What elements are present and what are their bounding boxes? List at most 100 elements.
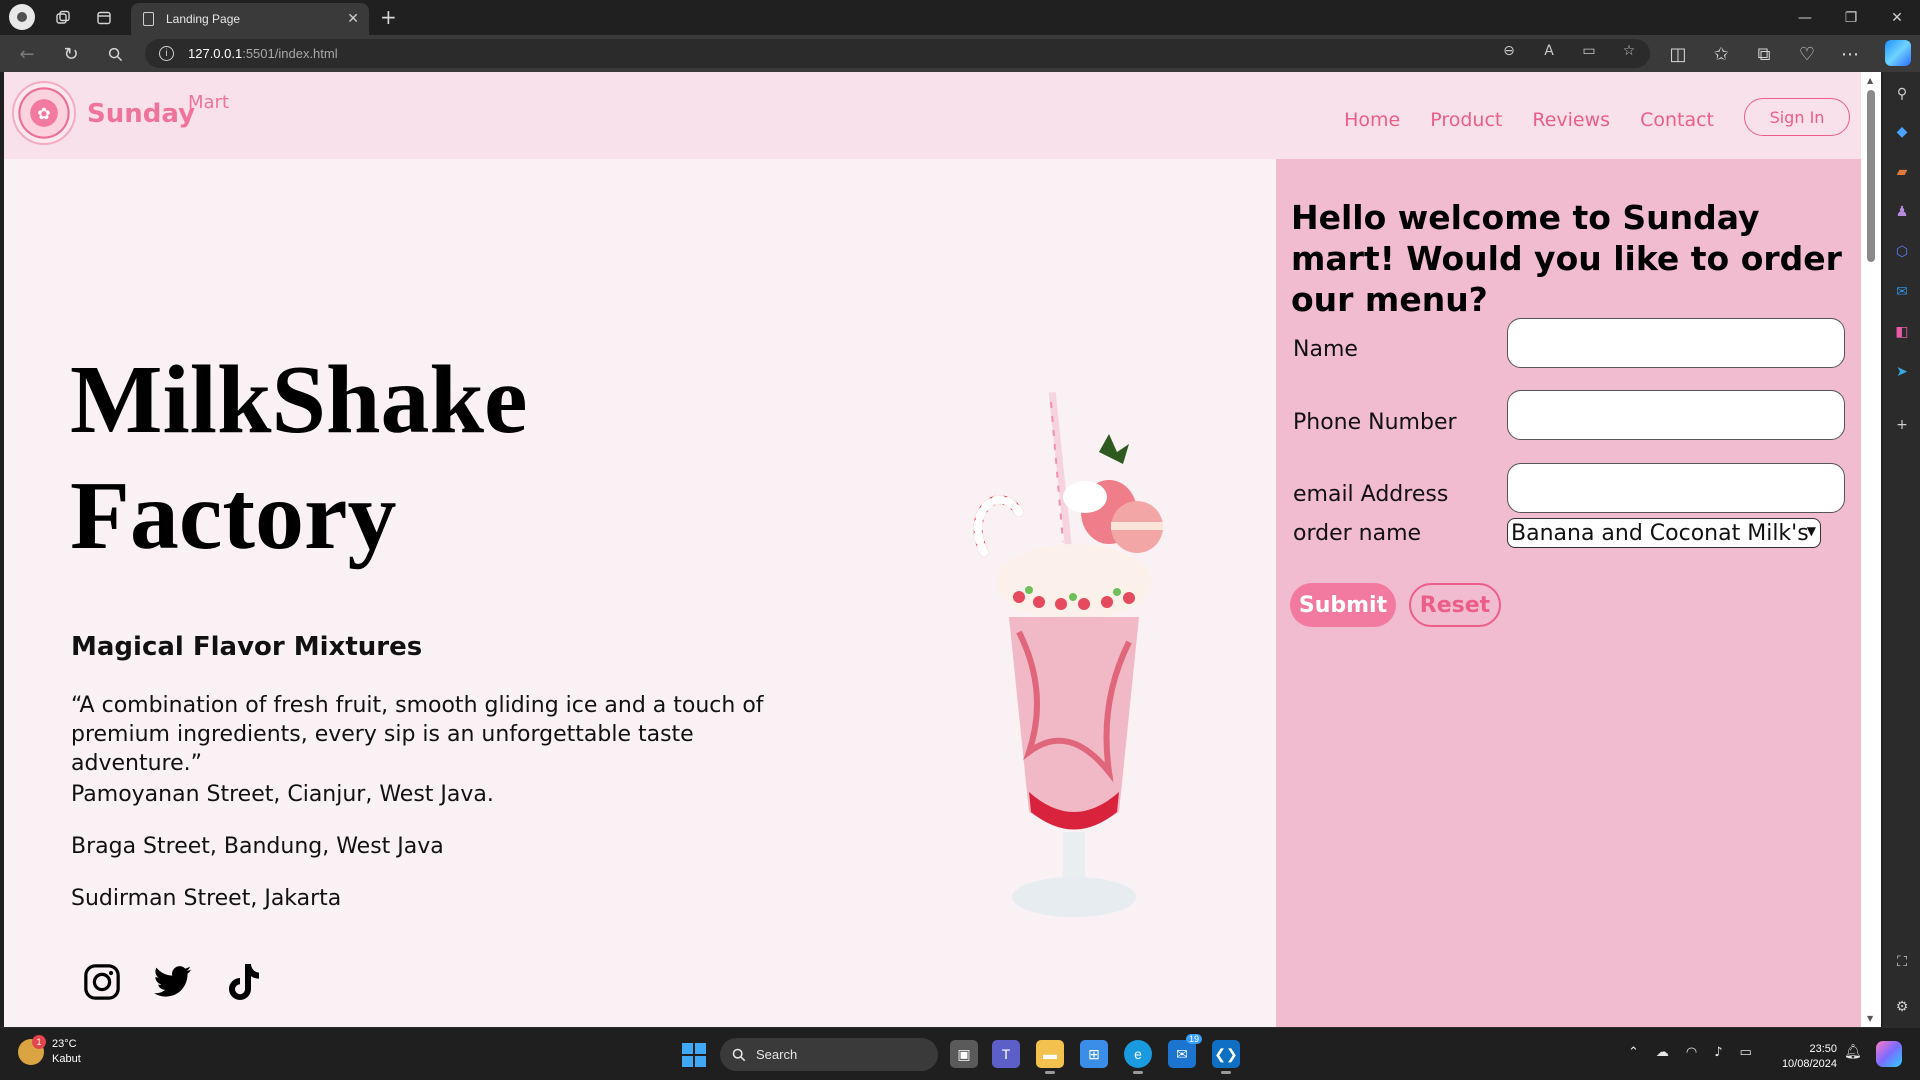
tiktok-icon[interactable] (224, 962, 264, 1002)
minimize-icon[interactable]: — (1782, 0, 1828, 35)
file-explorer-icon[interactable]: ▬ (1036, 1040, 1064, 1074)
scroll-thumb[interactable] (1867, 90, 1875, 262)
mail-badge: 19 (1185, 1034, 1202, 1044)
search-icon[interactable] (102, 41, 128, 67)
zoom-out-icon[interactable]: ⊖ (1498, 43, 1520, 59)
name-label: Name (1293, 337, 1358, 362)
site-header: ✿ Sunday Mart Home Product Reviews Conta… (4, 72, 1861, 159)
name-input[interactable] (1507, 318, 1845, 368)
nav-home[interactable]: Home (1344, 109, 1400, 131)
order-label: order name (1293, 521, 1422, 546)
taskbar-search[interactable]: Search (720, 1038, 938, 1071)
volume-icon[interactable]: ♪ (1714, 1045, 1722, 1060)
site-info-icon[interactable]: i (159, 46, 174, 61)
microsoft-store-icon[interactable]: ⊞ (1080, 1040, 1108, 1068)
phone-label: Phone Number (1293, 410, 1457, 435)
chevron-up-icon[interactable]: ⌃ (1628, 1045, 1639, 1060)
games-icon[interactable]: ♟ (1892, 202, 1912, 222)
tab-actions-icon[interactable] (91, 5, 117, 31)
clock-time: 23:50 (1809, 1043, 1837, 1055)
start-button[interactable] (682, 1043, 706, 1067)
close-window-icon[interactable]: ✕ (1874, 0, 1920, 35)
more-options-icon[interactable]: ⋯ (1837, 41, 1863, 67)
browser-essentials-icon[interactable]: ♡ (1794, 41, 1820, 67)
reset-button[interactable]: Reset (1409, 583, 1501, 627)
browser-titlebar: Landing Page ✕ + — ❐ ✕ (0, 0, 1920, 35)
microsoft-365-icon[interactable]: ⬡ (1892, 242, 1912, 262)
outlook-icon[interactable]: ✉ (1892, 282, 1912, 302)
hero-title-line-1: MilkShake (70, 346, 528, 454)
hero-title-line-2: Factory (70, 462, 397, 570)
browser-toolbar: ← ↻ i 127.0.0.1 :5501/index.html ⊖ A ▭ ☆… (0, 35, 1920, 72)
vscode-icon[interactable]: ❮❯ (1212, 1040, 1240, 1074)
email-input[interactable] (1507, 463, 1845, 513)
search-label: Search (756, 1047, 798, 1062)
copilot-icon[interactable] (1885, 40, 1911, 66)
clock-date: 10/08/2024 (1781, 1058, 1837, 1070)
order-select[interactable]: Banana and Coconat Milk's ▼ (1507, 518, 1821, 548)
new-tab-icon[interactable]: + (380, 5, 397, 29)
taskbar-clock[interactable]: 23:50 10/08/2024 (1765, 1042, 1837, 1072)
shopping-tag-icon[interactable]: ◆ (1892, 122, 1912, 142)
order-selected-value: Banana and Coconat Milk's (1511, 520, 1809, 546)
address-bandung: Braga Street, Bandung, West Java (71, 834, 444, 859)
phone-input[interactable] (1507, 390, 1845, 440)
add-sidebar-app-icon[interactable]: + (1892, 415, 1912, 435)
task-view-icon[interactable]: ▣ (950, 1040, 978, 1068)
refresh-icon[interactable]: ↻ (58, 41, 84, 67)
wifi-icon[interactable]: ◠ (1686, 1045, 1697, 1060)
mail-icon[interactable]: 19 ✉ (1168, 1034, 1202, 1068)
notification-bell-icon[interactable]: 🔔︎ (1844, 1044, 1862, 1060)
copilot-taskbar-icon[interactable] (1876, 1041, 1902, 1067)
brand-superscript: Mart (188, 92, 230, 113)
twitter-icon[interactable] (153, 962, 193, 1002)
sign-in-button[interactable]: Sign In (1744, 98, 1850, 136)
windows-taskbar: 1 23°C Kabut Search ▣ T ▬ ⊞ e 19 ✉ ❮❯ ⌃ ☁… (0, 1027, 1920, 1080)
favorites-icon[interactable]: ✩ (1708, 41, 1734, 67)
collections-icon[interactable]: ⧉ (1751, 41, 1777, 67)
system-tray: ⌃ ☁ ◠ ♪ ▭ (1628, 1045, 1752, 1060)
search-icon (732, 1048, 746, 1061)
sunday-mart-logo[interactable]: ✿ (12, 81, 76, 145)
read-aloud-icon[interactable]: A (1538, 43, 1560, 59)
sidebar-search-icon[interactable]: ⚲ (1892, 84, 1912, 104)
scroll-down-icon[interactable]: ▼ (1867, 1014, 1873, 1023)
immersive-reader-icon[interactable]: ▭ (1578, 43, 1600, 59)
telegram-icon[interactable]: ➤ (1892, 362, 1912, 382)
split-screen-icon[interactable]: ◫ (1665, 41, 1691, 67)
edge-icon[interactable]: e (1124, 1040, 1152, 1074)
address-bar[interactable]: i 127.0.0.1 :5501/index.html ⊖ A ▭ ☆ (145, 39, 1650, 68)
weather-widget[interactable]: 1 23°C Kabut (18, 1035, 81, 1067)
back-icon[interactable]: ← (14, 41, 40, 67)
designer-icon[interactable]: ◧ (1892, 322, 1912, 342)
page-scrollbar[interactable]: ▲ ▼ (1861, 72, 1881, 1027)
instagram-icon[interactable] (82, 962, 122, 1002)
teams-icon[interactable]: T (992, 1040, 1020, 1068)
nav-product[interactable]: Product (1430, 109, 1502, 131)
workspaces-icon[interactable] (50, 5, 76, 31)
order-form-panel: Hello welcome to Sunday mart! Would you … (1276, 159, 1861, 1027)
address-cianjur: Pamoyanan Street, Cianjur, West Java. (71, 782, 494, 807)
onedrive-icon[interactable]: ☁ (1656, 1045, 1669, 1060)
scroll-up-icon[interactable]: ▲ (1867, 76, 1873, 85)
milkshake-image (973, 392, 1163, 917)
battery-icon[interactable]: ▭ (1740, 1045, 1752, 1060)
profile-icon[interactable] (9, 4, 35, 30)
main-nav: Home Product Reviews Contact Sign In (1344, 98, 1850, 136)
email-label: email Address (1293, 482, 1449, 507)
submit-button[interactable]: Submit (1290, 583, 1396, 627)
sidebar-settings-icon[interactable]: ⚙ (1892, 997, 1912, 1017)
tab-landing-page[interactable]: Landing Page ✕ (131, 3, 369, 35)
close-tab-icon[interactable]: ✕ (347, 11, 359, 27)
restore-icon[interactable]: ❐ (1828, 0, 1874, 35)
favorite-star-icon[interactable]: ☆ (1618, 43, 1640, 59)
brand-name[interactable]: Sunday (87, 99, 195, 129)
document-icon (143, 12, 154, 26)
url-path: :5501/index.html (242, 46, 338, 61)
nav-contact[interactable]: Contact (1640, 109, 1714, 131)
tools-icon[interactable]: ▰ (1892, 162, 1912, 182)
weather-icon: 1 (18, 1035, 46, 1065)
nav-reviews[interactable]: Reviews (1532, 109, 1610, 131)
social-links (82, 962, 264, 1002)
screenshot-icon[interactable]: ⛶ (1892, 952, 1912, 972)
